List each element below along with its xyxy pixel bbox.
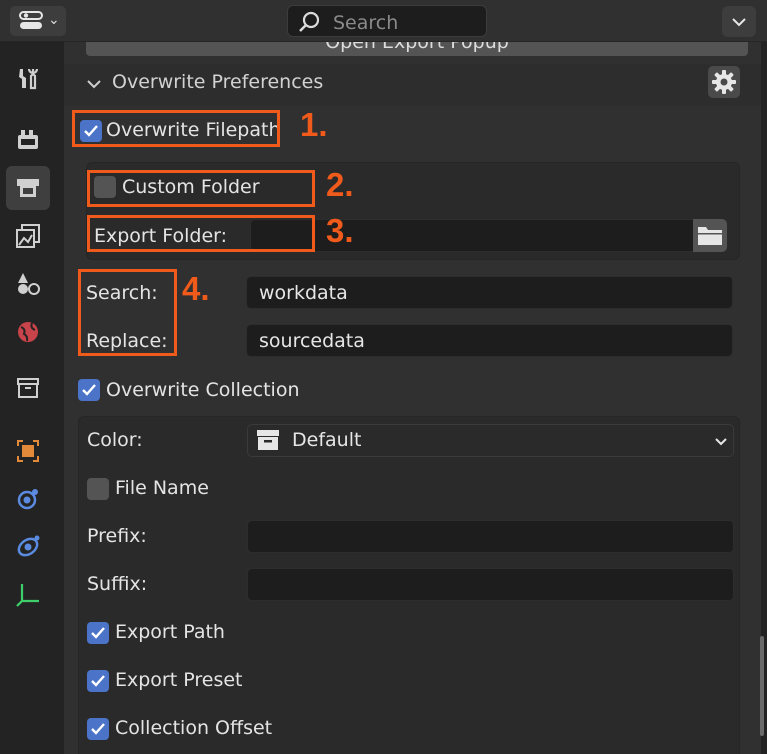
collection-options-box: Color: Default File Name Prefix: Suffix: [78,416,740,754]
color-dropdown[interactable]: Default [247,424,734,457]
search-field[interactable]: workdata [246,276,733,309]
checkmark-icon [91,723,105,735]
overwrite-collection-label: Overwrite Collection [106,379,300,401]
constraints-icon [16,584,39,607]
modifier-icon [17,489,38,510]
export-path-label: Export Path [115,621,225,643]
scene-icon [18,273,40,295]
annotation-box-4 [78,269,177,356]
export-folder-field[interactable] [250,219,694,252]
prefix-field[interactable] [247,520,734,553]
suffix-field[interactable] [247,568,734,601]
overwrite-preferences-header[interactable]: Overwrite Preferences [64,64,761,106]
preferences-gear-button[interactable] [708,66,740,98]
collection-icon [17,378,39,398]
properties-editor-icon [19,11,43,29]
editor-type-dropdown[interactable]: ⌄ [10,6,66,36]
annotation-number-1: 1. [300,106,328,143]
checkmark-icon [91,675,105,687]
search-placeholder: Search [333,12,399,34]
search-icon [299,11,320,32]
scrollbar[interactable] [760,636,764,736]
chevron-down-icon [715,438,727,446]
tab-view-layer[interactable] [6,214,50,258]
tab-object[interactable] [6,429,50,473]
replace-field[interactable]: sourcedata [246,324,733,357]
tab-constraints[interactable] [6,573,50,617]
checkmark-icon [82,384,96,396]
tab-scene[interactable] [6,262,50,306]
annotation-number-4: 4. [182,270,210,307]
output-icon [17,179,39,197]
physics-icon [17,535,40,557]
output-panel: Open Export Popup Overwrite Preferences [64,42,761,754]
gear-icon [712,70,736,94]
collection-offset-label: Collection Offset [115,717,273,739]
open-export-popup-button[interactable]: Open Export Popup [86,42,748,56]
annotation-box-3 [87,215,315,252]
folder-icon [698,227,722,245]
annotation-number-3: 3. [326,212,354,249]
tool-icon [19,68,39,90]
browse-folder-button[interactable] [693,219,727,252]
export-preset-label: Export Preset [115,669,243,691]
view-layer-icon [16,224,40,248]
properties-header: ⌄ Search [0,0,767,42]
tab-tool[interactable] [6,57,50,101]
object-icon [17,440,39,462]
chevron-down-icon [87,80,101,89]
render-icon [18,130,38,149]
properties-content: Open Export Popup Overwrite Preferences [56,42,767,754]
tab-output[interactable] [6,166,50,210]
checkmark-icon [91,627,105,639]
options-dropdown-button[interactable] [722,6,756,37]
suffix-label: Suffix: [87,573,148,595]
tab-world[interactable] [6,310,50,354]
file-name-label: File Name [115,477,209,499]
collection-icon [257,430,279,450]
chevron-down-icon: ⌄ [48,12,60,28]
overwrite-collection-checkbox[interactable] [78,379,100,401]
export-preset-checkbox[interactable] [87,670,109,692]
chevron-down-icon [732,18,746,27]
tab-modifier[interactable] [6,477,50,521]
annotation-box-1 [72,110,280,147]
prefix-label: Prefix: [87,525,147,547]
tab-collection[interactable] [6,366,50,410]
collection-offset-checkbox[interactable] [87,718,109,740]
annotation-box-2 [87,170,315,207]
annotation-number-2: 2. [326,166,354,203]
tab-render[interactable] [6,118,50,162]
color-value: Default [292,429,362,451]
properties-tab-bar [0,42,56,754]
world-icon [18,322,38,342]
section-title: Overwrite Preferences [112,71,324,93]
color-label: Color: [87,429,143,451]
tab-physics[interactable] [6,525,50,569]
export-path-checkbox[interactable] [87,622,109,644]
search-input[interactable]: Search [287,5,487,37]
file-name-checkbox[interactable] [87,478,109,500]
